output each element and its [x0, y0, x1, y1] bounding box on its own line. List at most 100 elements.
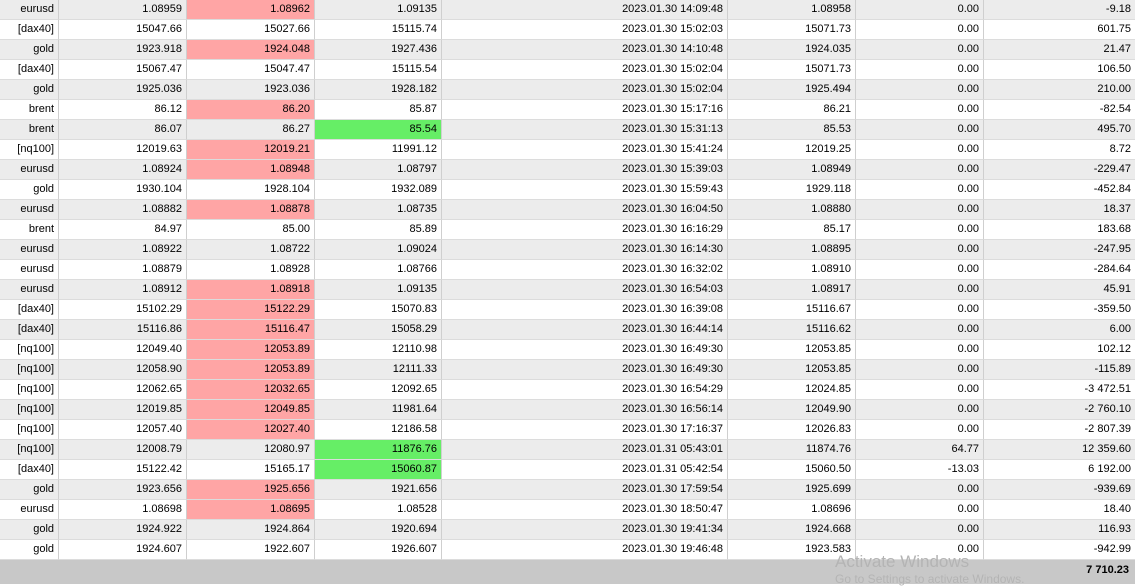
table-row[interactable]: eurusd 1.08959 1.08962 1.09135 2023.01.30 14…	[0, 0, 1135, 20]
profit-cell: -359.50	[984, 300, 1135, 320]
stop-loss-cell: 12053.89	[187, 340, 315, 360]
swap-cell: 0.00	[856, 480, 984, 500]
stop-loss-cell: 12049.85	[187, 400, 315, 420]
table-row[interactable]: eurusd 1.08912 1.08918 1.09135 2023.01.30 16…	[0, 280, 1135, 300]
table-row[interactable]: eurusd 1.08882 1.08878 1.08735 2023.01.30 16…	[0, 200, 1135, 220]
stop-loss-cell: 1.08918	[187, 280, 315, 300]
stop-loss-cell: 85.00	[187, 220, 315, 240]
swap-cell: 0.00	[856, 0, 984, 20]
profit-cell: 106.50	[984, 60, 1135, 80]
swap-cell: 0.00	[856, 40, 984, 60]
table-row[interactable]: eurusd 1.08879 1.08928 1.08766 2023.01.30 16…	[0, 260, 1135, 280]
profit-cell: 183.68	[984, 220, 1135, 240]
table-row[interactable]: eurusd 1.08922 1.08722 1.09024 2023.01.30 16…	[0, 240, 1135, 260]
stop-loss-cell: 86.20	[187, 100, 315, 120]
swap-cell: 0.00	[856, 100, 984, 120]
profit-cell: -2 760.10	[984, 400, 1135, 420]
table-row[interactable]: [dax40] 15067.47 15047.47 15115.54 2023.01.3…	[0, 60, 1135, 80]
stop-loss-cell: 1.08695	[187, 500, 315, 520]
table-row[interactable]: gold 1924.922 1924.864 1920.694 2023.01.30 1…	[0, 520, 1135, 540]
symbol-cell: [nq100]	[0, 360, 59, 380]
take-profit-cell: 12186.58	[315, 420, 442, 440]
open-price-cell: 1924.922	[59, 520, 187, 540]
close-time-cell: 2023.01.30 16:49:30	[442, 340, 728, 360]
table-row[interactable]: gold 1923.656 1925.656 1921.656 2023.01.30 1…	[0, 480, 1135, 500]
table-row[interactable]: gold 1923.918 1924.048 1927.436 2023.01.30 1…	[0, 40, 1135, 60]
close-price-cell: 1.08958	[728, 0, 856, 20]
swap-cell: -13.03	[856, 460, 984, 480]
symbol-cell: [dax40]	[0, 60, 59, 80]
swap-cell: 0.00	[856, 80, 984, 100]
open-price-cell: 15047.66	[59, 20, 187, 40]
profit-cell: -452.84	[984, 180, 1135, 200]
table-row[interactable]: [dax40] 15116.86 15116.47 15058.29 2023.01.3…	[0, 320, 1135, 340]
take-profit-cell: 85.89	[315, 220, 442, 240]
stop-loss-cell: 1.08962	[187, 0, 315, 20]
stop-loss-cell: 15116.47	[187, 320, 315, 340]
close-price-cell: 12053.85	[728, 360, 856, 380]
stop-loss-cell: 1.08928	[187, 260, 315, 280]
swap-cell: 0.00	[856, 220, 984, 240]
symbol-cell: [dax40]	[0, 460, 59, 480]
profit-cell: -284.64	[984, 260, 1135, 280]
profit-cell: -9.18	[984, 0, 1135, 20]
open-price-cell: 12008.79	[59, 440, 187, 460]
profit-cell: 495.70	[984, 120, 1135, 140]
close-price-cell: 1925.494	[728, 80, 856, 100]
table-row[interactable]: brent 84.97 85.00 85.89 2023.01.30 16:16:29 8…	[0, 220, 1135, 240]
table-row[interactable]: eurusd 1.08924 1.08948 1.08797 2023.01.30 15…	[0, 160, 1135, 180]
table-row[interactable]: [nq100] 12008.79 12080.97 11876.76 2023.01.3…	[0, 440, 1135, 460]
symbol-cell: gold	[0, 80, 59, 100]
table-row[interactable]: gold 1925.036 1923.036 1928.182 2023.01.30 1…	[0, 80, 1135, 100]
table-row[interactable]: [dax40] 15122.42 15165.17 15060.87 2023.01.3…	[0, 460, 1135, 480]
close-time-cell: 2023.01.30 16:44:14	[442, 320, 728, 340]
close-price-cell: 15116.62	[728, 320, 856, 340]
symbol-cell: gold	[0, 180, 59, 200]
profit-cell: 8.72	[984, 140, 1135, 160]
table-row[interactable]: [nq100] 12057.40 12027.40 12186.58 2023.01.3…	[0, 420, 1135, 440]
take-profit-cell: 12092.65	[315, 380, 442, 400]
table-row[interactable]: [nq100] 12049.40 12053.89 12110.98 2023.01.3…	[0, 340, 1135, 360]
close-price-cell: 11874.76	[728, 440, 856, 460]
swap-cell: 0.00	[856, 200, 984, 220]
swap-cell: 0.00	[856, 340, 984, 360]
profit-cell: -247.95	[984, 240, 1135, 260]
stop-loss-cell: 15122.29	[187, 300, 315, 320]
close-price-cell: 1929.118	[728, 180, 856, 200]
symbol-cell: eurusd	[0, 240, 59, 260]
profit-cell: -939.69	[984, 480, 1135, 500]
table-row[interactable]: gold 1930.104 1928.104 1932.089 2023.01.30 1…	[0, 180, 1135, 200]
swap-cell: 0.00	[856, 120, 984, 140]
symbol-cell: brent	[0, 220, 59, 240]
table-row[interactable]: eurusd 1.08698 1.08695 1.08528 2023.01.30 18…	[0, 500, 1135, 520]
table-row[interactable]: [nq100] 12058.90 12053.89 12111.33 2023.01.3…	[0, 360, 1135, 380]
take-profit-cell: 15070.83	[315, 300, 442, 320]
close-price-cell: 1.08696	[728, 500, 856, 520]
table-row[interactable]: [nq100] 12019.63 12019.21 11991.12 2023.01.3…	[0, 140, 1135, 160]
table-row[interactable]: brent 86.12 86.20 85.87 2023.01.30 15:17:16 8…	[0, 100, 1135, 120]
close-time-cell: 2023.01.30 16:56:14	[442, 400, 728, 420]
close-time-cell: 2023.01.30 16:54:29	[442, 380, 728, 400]
table-row[interactable]: brent 86.07 86.27 85.54 2023.01.30 15:31:13 8…	[0, 120, 1135, 140]
open-price-cell: 1925.036	[59, 80, 187, 100]
symbol-cell: eurusd	[0, 160, 59, 180]
close-price-cell: 15060.50	[728, 460, 856, 480]
open-price-cell: 1923.918	[59, 40, 187, 60]
watermark-title: Activate Windows	[835, 552, 970, 571]
close-price-cell: 12053.85	[728, 340, 856, 360]
close-time-cell: 2023.01.30 18:50:47	[442, 500, 728, 520]
profit-cell: 6.00	[984, 320, 1135, 340]
take-profit-cell: 1927.436	[315, 40, 442, 60]
symbol-cell: [nq100]	[0, 400, 59, 420]
open-price-cell: 1930.104	[59, 180, 187, 200]
table-row[interactable]: [dax40] 15102.29 15122.29 15070.83 2023.01.3…	[0, 300, 1135, 320]
stop-loss-cell: 1928.104	[187, 180, 315, 200]
open-price-cell: 1.08882	[59, 200, 187, 220]
table-row[interactable]: [dax40] 15047.66 15027.66 15115.74 2023.01.3…	[0, 20, 1135, 40]
stop-loss-cell: 1.08948	[187, 160, 315, 180]
table-row[interactable]: [nq100] 12019.85 12049.85 11981.64 2023.01.3…	[0, 400, 1135, 420]
stop-loss-cell: 1924.864	[187, 520, 315, 540]
open-price-cell: 86.07	[59, 120, 187, 140]
open-price-cell: 12058.90	[59, 360, 187, 380]
table-row[interactable]: [nq100] 12062.65 12032.65 12092.65 2023.01.3…	[0, 380, 1135, 400]
